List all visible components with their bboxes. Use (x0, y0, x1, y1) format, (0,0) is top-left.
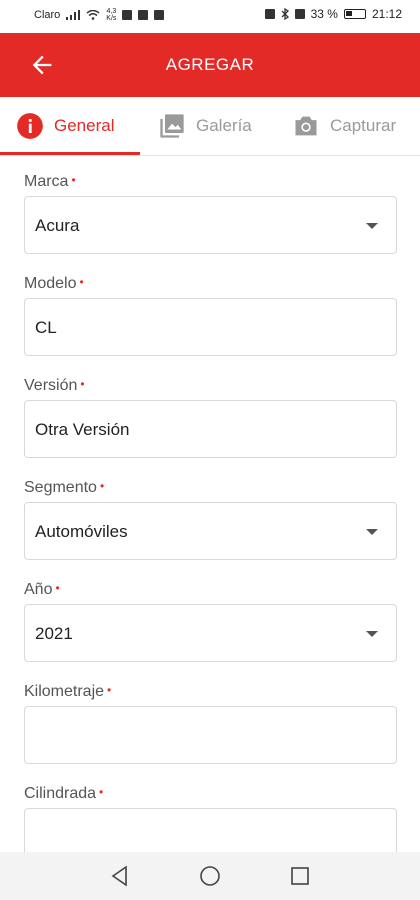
app-notification-icon (122, 10, 133, 20)
tab-label: General (54, 116, 115, 135)
tab-general[interactable]: General (16, 97, 114, 155)
marca-value: Acura (35, 216, 80, 235)
vehicle-form: Marca • Acura Modelo • CL Versión • Otra Ve… (24, 168, 397, 882)
nav-back-icon[interactable] (108, 864, 132, 888)
signal-icon (66, 10, 81, 20)
segmento-dropdown[interactable]: Automóviles (24, 502, 397, 560)
clock: 21:12 (371, 7, 402, 21)
required-mark: • (71, 173, 76, 187)
active-tab-indicator (0, 152, 140, 155)
ano-value: 2021 (35, 624, 73, 643)
tab-label: Capturar (330, 116, 397, 135)
camera-icon (295, 116, 317, 136)
app-bar: AGREGAR (0, 33, 420, 97)
app-notification-icon (138, 10, 149, 20)
network-speed: 4,3 K/s (106, 8, 117, 22)
nav-home-icon[interactable] (198, 864, 222, 888)
vibrate-icon (294, 9, 305, 19)
carrier-label: Claro (34, 9, 61, 21)
status-right: 33 % 21:12 (264, 7, 402, 21)
version-value: Otra Versión (35, 420, 130, 439)
battery-percent: 33 % (310, 7, 338, 21)
tab-galeria[interactable]: Galería (158, 97, 252, 155)
status-left: Claro 4,3 K/s (34, 8, 165, 22)
tab-bar: General Galería Capturar (0, 97, 420, 156)
field-label-cilindrada: Cilindrada • (24, 785, 104, 802)
required-mark: • (79, 275, 84, 289)
field-label-version: Versión • (24, 377, 85, 394)
battery-icon (343, 9, 366, 19)
marca-dropdown[interactable]: Acura (24, 196, 397, 254)
field-label-segmento: Segmento • (24, 479, 105, 496)
required-mark: • (80, 377, 85, 391)
dropdown-arrow-icon (366, 529, 378, 535)
dropdown-arrow-icon (366, 223, 378, 229)
status-bar: Claro 4,3 K/s 33 % 21:12 (0, 0, 420, 33)
modelo-input[interactable]: CL (24, 298, 397, 356)
ano-dropdown[interactable]: 2021 (24, 604, 397, 662)
youtube-icon (154, 10, 165, 20)
field-label-modelo: Modelo • (24, 275, 84, 292)
segmento-value: Automóviles (35, 522, 128, 541)
gallery-icon (160, 114, 184, 138)
tab-label: Galería (196, 116, 252, 135)
nav-recents-icon[interactable] (288, 864, 312, 888)
page-title: AGREGAR (165, 55, 255, 74)
info-icon (17, 113, 43, 139)
required-mark: • (107, 683, 112, 697)
kilometraje-input[interactable] (24, 706, 397, 764)
system-nav-bar (0, 852, 420, 900)
modelo-value: CL (35, 318, 57, 337)
required-mark: • (99, 785, 104, 799)
field-label-kilometraje: Kilometraje • (24, 683, 112, 700)
required-mark: • (99, 479, 105, 493)
version-input[interactable]: Otra Versión (24, 400, 397, 458)
wifi-icon (86, 10, 100, 20)
required-mark: • (55, 581, 60, 595)
bluetooth-icon (281, 8, 289, 20)
field-label-ano: Año • (24, 581, 60, 598)
tab-capturar[interactable]: Capturar (292, 97, 396, 155)
mute-icon (264, 9, 275, 19)
field-label-marca: Marca • (24, 173, 76, 190)
dropdown-arrow-icon (366, 631, 378, 637)
